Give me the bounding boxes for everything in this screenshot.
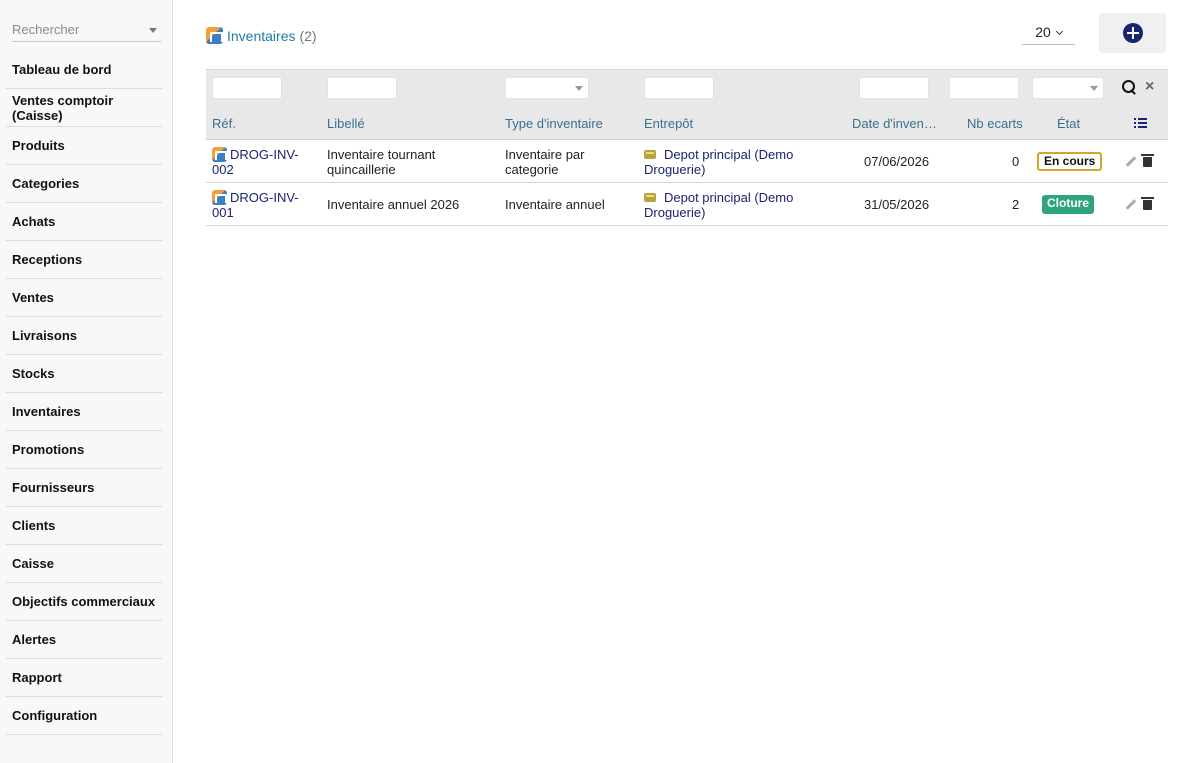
close-icon[interactable]: × xyxy=(1145,79,1154,95)
dropdown-caret-icon xyxy=(575,86,583,91)
ref-line1: DROG-INV- xyxy=(230,147,299,162)
sidebar-item-achats[interactable]: Achats xyxy=(6,203,162,241)
sidebar-item-configuration[interactable]: Configuration xyxy=(6,697,162,735)
filter-etat-select[interactable] xyxy=(1032,77,1104,99)
sidebar: Rechercher Tableau de bord Ventes compto… xyxy=(0,0,173,763)
entrepot-link[interactable]: Depot principal (Demo Droguerie) xyxy=(644,190,793,220)
main-content: Inventaires (2) 20 × Réf. Libellé Type d… xyxy=(173,0,1200,763)
table-row: DROG-INV- 001 Inventaire annuel 2026 Inv… xyxy=(206,183,1168,226)
add-inventory-button[interactable] xyxy=(1099,13,1166,53)
sidebar-item-alertes[interactable]: Alertes xyxy=(6,621,162,659)
type-cell: Inventaire annuel xyxy=(505,197,605,212)
ref-line1: DROG-INV- xyxy=(230,190,299,205)
column-header-ecarts[interactable]: Nb ecarts xyxy=(967,116,1023,131)
filter-ref-input[interactable] xyxy=(212,77,282,99)
status-badge: Cloture xyxy=(1042,195,1094,214)
column-header-date[interactable]: Date d'inven… xyxy=(852,116,937,131)
sidebar-item-tableau-de-bord[interactable]: Tableau de bord xyxy=(6,51,162,89)
ref-line2: 002 xyxy=(212,162,234,177)
column-header-etat[interactable]: État xyxy=(1057,116,1080,131)
inventory-table: × Réf. Libellé Type d'inventaire Entrepô… xyxy=(206,69,1168,226)
sidebar-item-promotions[interactable]: Promotions xyxy=(6,431,162,469)
entrepot-line2: Droguerie) xyxy=(644,162,706,177)
status-badge: En cours xyxy=(1037,152,1103,171)
sidebar-menu: Tableau de bord Ventes comptoir (Caisse)… xyxy=(6,51,162,735)
search-icon[interactable] xyxy=(1122,80,1137,95)
entrepot-line2: Droguerie) xyxy=(644,205,706,220)
dropdown-caret-icon[interactable] xyxy=(149,28,157,33)
page-header: Inventaires (2) 20 xyxy=(206,0,1168,69)
ref-link[interactable]: DROG-INV- 001 xyxy=(212,190,312,220)
trash-icon[interactable] xyxy=(1141,197,1154,210)
sidebar-item-ventes[interactable]: Ventes xyxy=(6,279,162,317)
filter-ecarts-input[interactable] xyxy=(949,77,1019,99)
inventory-app-icon xyxy=(212,190,227,205)
page-title-link[interactable]: Inventaires xyxy=(227,28,295,44)
sidebar-item-produits[interactable]: Produits xyxy=(6,127,162,165)
chevron-down-icon xyxy=(1055,27,1063,36)
type-line1: Inventaire par xyxy=(505,147,585,162)
page-title: Inventaires (2) xyxy=(206,27,317,44)
edit-icon[interactable] xyxy=(1125,156,1137,167)
libelle-cell: Inventaire tournant quincaillerie xyxy=(327,147,435,177)
ecarts-cell: 2 xyxy=(1012,197,1020,212)
column-header-libelle[interactable]: Libellé xyxy=(327,116,365,131)
libelle-line1: Inventaire tournant xyxy=(327,147,436,162)
libelle-cell: Inventaire annuel 2026 xyxy=(327,197,460,212)
ecarts-cell: 0 xyxy=(1012,154,1020,169)
warehouse-icon xyxy=(644,150,656,159)
edit-icon[interactable] xyxy=(1125,199,1137,210)
record-count: (2) xyxy=(299,27,317,44)
type-line2: categorie xyxy=(505,162,559,177)
sidebar-item-fournisseurs[interactable]: Fournisseurs xyxy=(6,469,162,507)
page-size-select[interactable]: 20 xyxy=(1022,23,1075,45)
column-header-entrepot[interactable]: Entrepôt xyxy=(644,116,693,131)
sidebar-item-clients[interactable]: Clients xyxy=(6,507,162,545)
ref-line2: 001 xyxy=(212,205,234,220)
entrepot-line1: Depot principal (Demo xyxy=(664,147,794,162)
table-header: Réf. Libellé Type d'inventaire Entrepôt … xyxy=(206,106,1168,140)
sidebar-item-categories[interactable]: Categories xyxy=(6,165,162,203)
dropdown-caret-icon xyxy=(1090,86,1098,91)
filter-libelle-input[interactable] xyxy=(327,77,397,99)
column-list-icon[interactable] xyxy=(1134,118,1147,129)
date-cell: 31/05/2026 xyxy=(864,197,930,212)
type-cell: Inventaire par categorie xyxy=(505,147,585,177)
sidebar-item-livraisons[interactable]: Livraisons xyxy=(6,317,162,355)
inventory-app-icon xyxy=(212,147,227,162)
entrepot-link[interactable]: Depot principal (Demo Droguerie) xyxy=(644,147,793,177)
search-placeholder: Rechercher xyxy=(12,22,80,37)
sidebar-item-receptions[interactable]: Receptions xyxy=(6,241,162,279)
page-size-value: 20 xyxy=(1035,24,1051,40)
table-row: DROG-INV- 002 Inventaire tournant quinca… xyxy=(206,140,1168,183)
entrepot-line1: Depot principal (Demo xyxy=(664,190,794,205)
sidebar-item-ventes-comptoir[interactable]: Ventes comptoir (Caisse) xyxy=(6,89,162,127)
sidebar-item-rapport[interactable]: Rapport xyxy=(6,659,162,697)
column-header-type[interactable]: Type d'inventaire xyxy=(505,116,603,131)
search-select[interactable]: Rechercher xyxy=(12,22,161,42)
sidebar-item-caisse[interactable]: Caisse xyxy=(6,545,162,583)
filter-date-input[interactable] xyxy=(859,77,929,99)
column-header-ref[interactable]: Réf. xyxy=(212,116,236,131)
filter-row: × xyxy=(206,69,1168,106)
filter-type-select[interactable] xyxy=(505,77,589,99)
warehouse-icon xyxy=(644,193,656,202)
sidebar-item-stocks[interactable]: Stocks xyxy=(6,355,162,393)
inventory-app-icon xyxy=(206,27,223,44)
sidebar-item-inventaires[interactable]: Inventaires xyxy=(6,393,162,431)
sidebar-item-objectifs-commerciaux[interactable]: Objectifs commerciaux xyxy=(6,583,162,621)
ref-link[interactable]: DROG-INV- 002 xyxy=(212,147,312,177)
trash-icon[interactable] xyxy=(1141,154,1154,167)
libelle-line2: quincaillerie xyxy=(327,162,396,177)
date-cell: 07/06/2026 xyxy=(864,154,930,169)
plus-circle-icon xyxy=(1122,23,1143,43)
filter-entrepot-input[interactable] xyxy=(644,77,714,99)
